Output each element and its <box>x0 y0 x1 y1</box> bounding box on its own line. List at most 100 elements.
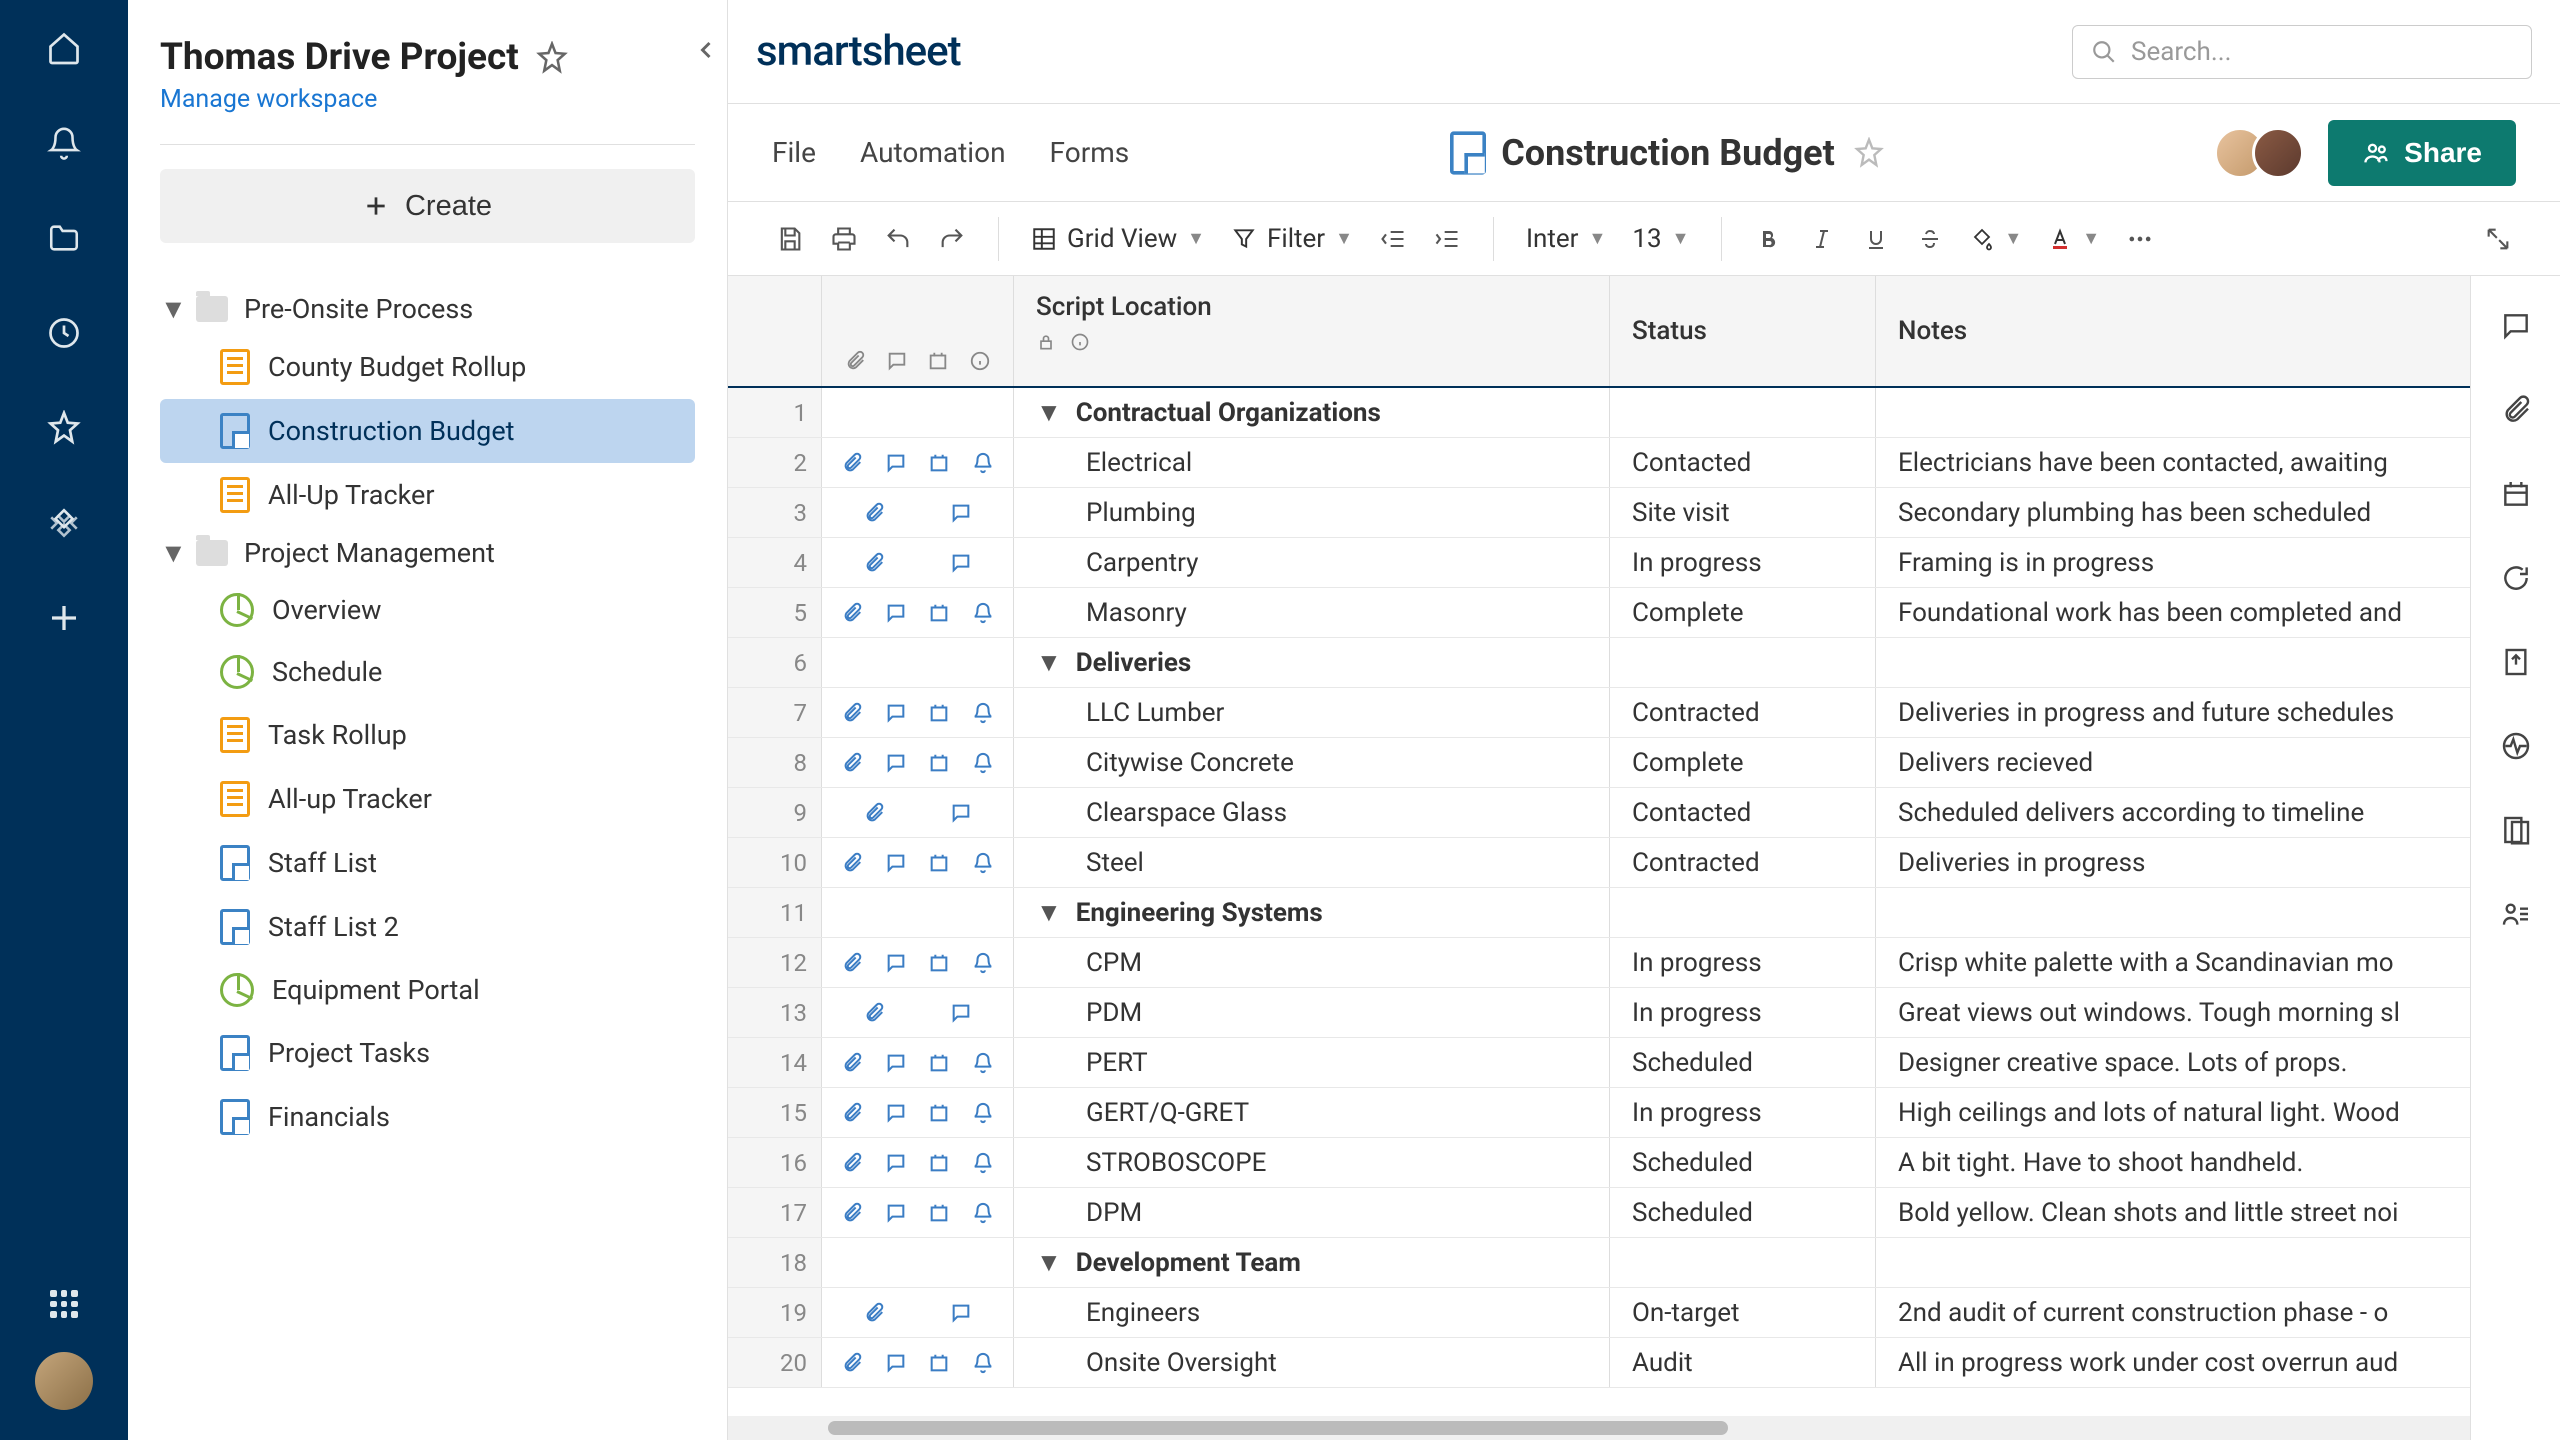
bold-icon[interactable] <box>1746 217 1790 261</box>
italic-icon[interactable] <box>1800 217 1844 261</box>
row-indicator-icon[interactable] <box>950 502 972 524</box>
row-number[interactable]: 13 <box>728 988 822 1037</box>
row-indicator-icon[interactable] <box>950 802 972 824</box>
cell-primary[interactable]: Clearspace Glass <box>1014 788 1610 837</box>
cell-status[interactable] <box>1610 638 1876 687</box>
row-number[interactable]: 17 <box>728 1188 822 1237</box>
cell-status[interactable]: Scheduled <box>1610 1188 1876 1237</box>
table-row[interactable]: 19EngineersOn-target2nd audit of current… <box>728 1288 2470 1338</box>
row-indicator-icon[interactable] <box>972 452 994 474</box>
cell-notes[interactable] <box>1876 1238 2470 1287</box>
cell-notes[interactable]: Designer creative space. Lots of props. <box>1876 1038 2470 1087</box>
row-indicator-icon[interactable] <box>841 1202 863 1224</box>
account-avatar[interactable] <box>35 1352 93 1410</box>
table-row[interactable]: 5MasonryCompleteFoundational work has be… <box>728 588 2470 638</box>
share-button[interactable]: Share <box>2328 120 2516 186</box>
row-indicator-icon[interactable] <box>885 702 907 724</box>
sidebar-item-schedule[interactable]: Schedule <box>160 641 695 703</box>
table-row[interactable]: 12CPMIn progressCrisp white palette with… <box>728 938 2470 988</box>
row-number[interactable]: 20 <box>728 1338 822 1387</box>
cell-notes[interactable]: Delivers recieved <box>1876 738 2470 787</box>
cell-status[interactable]: In progress <box>1610 938 1876 987</box>
row-indicator-icon[interactable] <box>928 452 950 474</box>
row-indicator-icon[interactable] <box>841 1352 863 1374</box>
menu-forms[interactable]: Forms <box>1050 136 1130 169</box>
table-row[interactable]: 6▼Deliveries <box>728 638 2470 688</box>
cell-primary[interactable]: ▼Contractual Organizations <box>1014 388 1610 437</box>
row-indicator-icon[interactable] <box>841 852 863 874</box>
outdent-icon[interactable] <box>1371 217 1415 261</box>
row-number[interactable]: 4 <box>728 538 822 587</box>
publish-icon[interactable] <box>2496 642 2536 682</box>
row-indicator-icon[interactable] <box>972 1352 994 1374</box>
cell-primary[interactable]: ▼Development Team <box>1014 1238 1610 1287</box>
row-number[interactable]: 2 <box>728 438 822 487</box>
sidebar-item-all-up-tracker[interactable]: All-Up Tracker <box>160 463 695 527</box>
row-indicator-icon[interactable] <box>928 1202 950 1224</box>
cell-status[interactable]: Contacted <box>1610 788 1876 837</box>
collaborator-avatars[interactable] <box>2228 127 2304 179</box>
row-indicator-icon[interactable] <box>928 1152 950 1174</box>
column-header-status[interactable]: Status <box>1632 316 1707 346</box>
column-header-notes[interactable]: Notes <box>1898 316 1967 346</box>
row-indicator-icon[interactable] <box>972 602 994 624</box>
cell-status[interactable] <box>1610 888 1876 937</box>
table-row[interactable]: 7LLC LumberContractedDeliveries in progr… <box>728 688 2470 738</box>
cell-notes[interactable]: A bit tight. Have to shoot handheld. <box>1876 1138 2470 1187</box>
cell-primary[interactable]: Carpentry <box>1014 538 1610 587</box>
cell-primary[interactable]: Steel <box>1014 838 1610 887</box>
row-number[interactable]: 8 <box>728 738 822 787</box>
cell-status[interactable]: Scheduled <box>1610 1138 1876 1187</box>
search-input[interactable]: Search... <box>2072 25 2532 79</box>
table-row[interactable]: 17DPMScheduledBold yellow. Clean shots a… <box>728 1188 2470 1238</box>
collapse-sidebar-icon[interactable] <box>692 36 720 64</box>
table-row[interactable]: 2ElectricalContactedElectricians have be… <box>728 438 2470 488</box>
cell-status[interactable]: Complete <box>1610 738 1876 787</box>
cell-primary[interactable]: Onsite Oversight <box>1014 1338 1610 1387</box>
font-selector[interactable]: Inter▼ <box>1518 224 1614 254</box>
cell-notes[interactable]: 2nd audit of current construction phase … <box>1876 1288 2470 1337</box>
row-indicator-icon[interactable] <box>972 1202 994 1224</box>
summary-icon[interactable] <box>2496 810 2536 850</box>
cell-primary[interactable]: Engineers <box>1014 1288 1610 1337</box>
row-indicator-icon[interactable] <box>863 802 885 824</box>
cell-primary[interactable]: CPM <box>1014 938 1610 987</box>
cell-notes[interactable]: Deliveries in progress and future schedu… <box>1876 688 2470 737</box>
attachment-header-icon[interactable] <box>844 350 866 372</box>
table-row[interactable]: 14PERTScheduledDesigner creative space. … <box>728 1038 2470 1088</box>
create-button[interactable]: Create <box>160 169 695 243</box>
cell-primary[interactable]: STROBOSCOPE <box>1014 1138 1610 1187</box>
star-icon[interactable] <box>535 41 569 75</box>
cell-primary[interactable]: DPM <box>1014 1188 1610 1237</box>
comment-header-icon[interactable] <box>886 350 908 372</box>
sidebar-item-task-rollup[interactable]: Task Rollup <box>160 703 695 767</box>
cell-status[interactable]: Contracted <box>1610 688 1876 737</box>
cell-notes[interactable]: High ceilings and lots of natural light.… <box>1876 1088 2470 1137</box>
browse-icon[interactable] <box>44 218 84 258</box>
cell-notes[interactable]: Great views out windows. Tough morning s… <box>1876 988 2470 1037</box>
row-number[interactable]: 19 <box>728 1288 822 1337</box>
row-indicator-icon[interactable] <box>950 552 972 574</box>
row-indicator-icon[interactable] <box>885 752 907 774</box>
cell-notes[interactable] <box>1876 888 2470 937</box>
table-row[interactable]: 16STROBOSCOPEScheduledA bit tight. Have … <box>728 1138 2470 1188</box>
recents-icon[interactable] <box>44 313 84 353</box>
row-indicator-icon[interactable] <box>928 752 950 774</box>
notifications-icon[interactable] <box>44 123 84 163</box>
add-icon[interactable] <box>44 598 84 638</box>
update-requests-icon[interactable] <box>2496 558 2536 598</box>
cell-status[interactable]: Complete <box>1610 588 1876 637</box>
info-header-icon[interactable] <box>969 350 991 372</box>
strikethrough-icon[interactable] <box>1908 217 1952 261</box>
print-icon[interactable] <box>822 217 866 261</box>
table-row[interactable]: 10SteelContractedDeliveries in progress <box>728 838 2470 888</box>
row-indicator-icon[interactable] <box>841 1052 863 1074</box>
row-indicator-icon[interactable] <box>841 752 863 774</box>
cell-primary[interactable]: Citywise Concrete <box>1014 738 1610 787</box>
underline-icon[interactable] <box>1854 217 1898 261</box>
row-indicator-icon[interactable] <box>950 1302 972 1324</box>
row-indicator-icon[interactable] <box>928 602 950 624</box>
row-indicator-icon[interactable] <box>972 1052 994 1074</box>
filter-button[interactable]: Filter▼ <box>1223 224 1361 254</box>
cell-status[interactable]: Audit <box>1610 1338 1876 1387</box>
